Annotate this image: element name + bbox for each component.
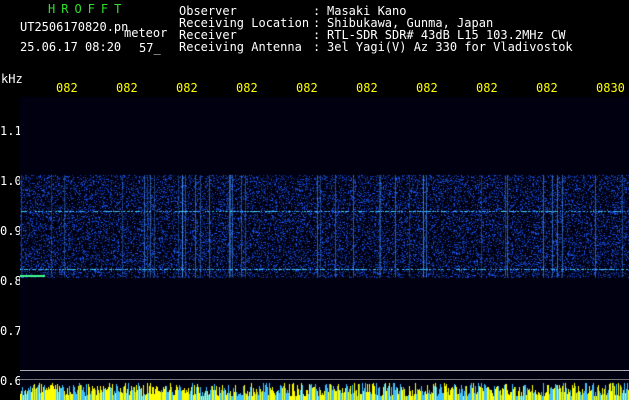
- app-brand: HROFFT: [48, 2, 128, 16]
- y-tick-label: 0.9: [0, 224, 22, 238]
- x-tick-label: 082: [116, 81, 138, 95]
- spectrogram-canvas: [20, 97, 629, 400]
- x-tick-label: 082: [536, 81, 558, 95]
- x-tick-label: 082: [56, 81, 78, 95]
- hrofft-window: HROFFT UT2506170820.pn meteor 25.06.17 0…: [0, 0, 629, 400]
- antenna-label: Receiving Antenna: [179, 40, 302, 54]
- x-tick-label: 082: [296, 81, 318, 95]
- y-tick-label: 1.1: [0, 124, 22, 138]
- capture-datetime: 25.06.17 08:20: [20, 40, 122, 54]
- x-tick-label: 082: [176, 81, 198, 95]
- antenna-value: 3el Yagi(V) Az 330 for Vladivostok: [327, 40, 573, 54]
- reference-line: [20, 370, 629, 371]
- meteor-label: meteor: [124, 26, 168, 40]
- x-tick-label: 082: [236, 81, 258, 95]
- x-tick-label: 082: [416, 81, 438, 95]
- y-tick-label: 0.8: [0, 274, 22, 288]
- x-tick-label: 0830: [596, 81, 625, 95]
- reference-line: [20, 379, 629, 380]
- x-tick-label: 082: [356, 81, 378, 95]
- y-axis-unit: kHz: [1, 72, 23, 86]
- meteor-count: 57_: [139, 41, 161, 55]
- y-tick-label: 1.0: [0, 174, 22, 188]
- y-tick-label: 0.6: [0, 374, 22, 388]
- file-name: UT2506170820.pn: [20, 20, 129, 34]
- antenna-row: Receiving Antenna:3el Yagi(V) Az 330 for…: [179, 41, 573, 53]
- y-tick-label: 0.7: [0, 324, 22, 338]
- x-tick-label: 082: [476, 81, 498, 95]
- separator: :: [313, 40, 321, 54]
